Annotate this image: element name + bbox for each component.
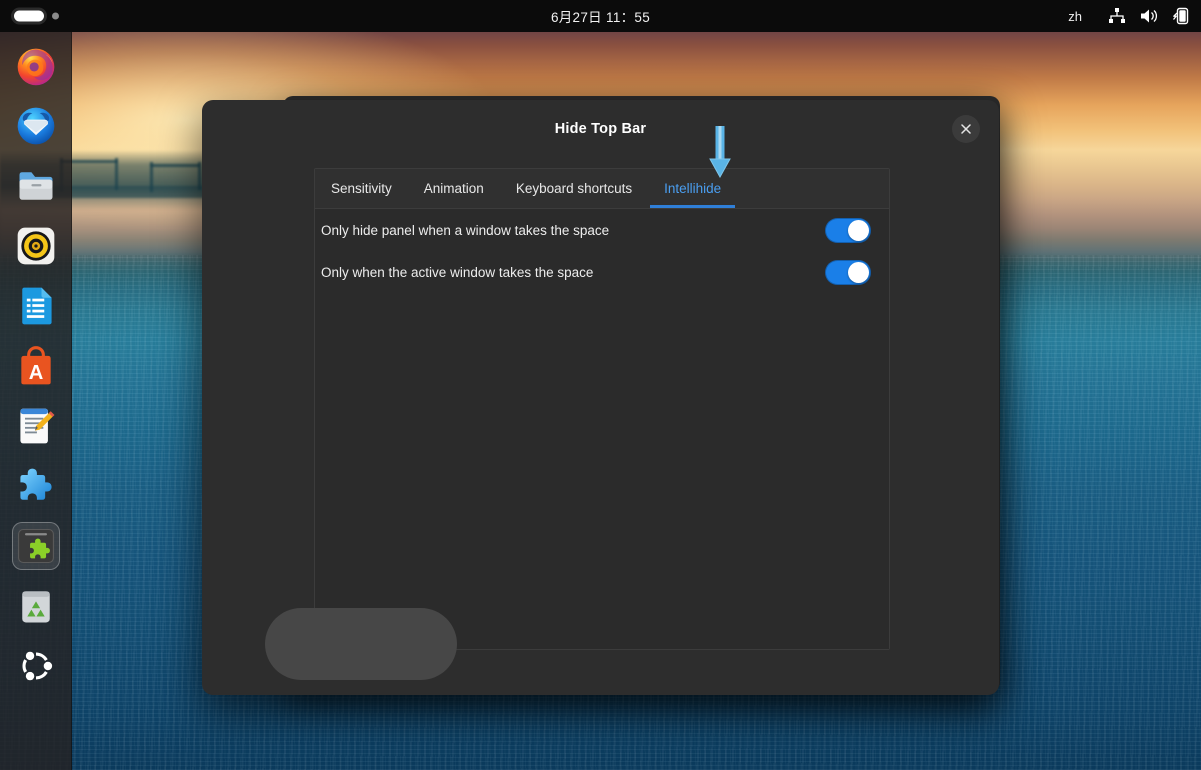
- toggle-only-hide-panel[interactable]: [825, 218, 871, 243]
- dock-item-files[interactable]: [12, 162, 60, 210]
- tab-sensitivity[interactable]: Sensitivity: [315, 169, 408, 208]
- tab-label: Animation: [424, 181, 484, 196]
- extensions-puzzle-icon: [14, 464, 58, 508]
- dock[interactable]: A: [0, 32, 72, 770]
- desktop-screen: Hide Top Bar Sensitivity Animation Keybo…: [0, 0, 1201, 770]
- rhythmbox-icon: [14, 224, 58, 268]
- hide-top-bar-dialog[interactable]: Hide Top Bar Sensitivity Animation Keybo…: [202, 100, 999, 695]
- dialog-title: Hide Top Bar: [555, 121, 647, 137]
- dock-item-rhythmbox[interactable]: [12, 222, 60, 270]
- files-icon: [14, 164, 58, 208]
- show-applications-icon: [14, 644, 58, 688]
- annotation-down-arrow-icon: [709, 126, 731, 178]
- settings-list: Only hide panel when a window takes the …: [315, 209, 889, 649]
- input-language-indicator[interactable]: zh: [1068, 9, 1082, 24]
- dock-item-show-applications[interactable]: [12, 642, 60, 690]
- dock-item-thunderbird[interactable]: [12, 102, 60, 150]
- tab-animation[interactable]: Animation: [408, 169, 500, 208]
- dock-item-extensions[interactable]: [12, 462, 60, 510]
- thunderbird-icon: [14, 104, 58, 148]
- dialog-close-button[interactable]: [952, 115, 980, 143]
- system-tray[interactable]: zh: [1068, 0, 1189, 32]
- setting-row-only-active-window: Only when the active window takes the sp…: [315, 254, 889, 290]
- dock-item-text-editor[interactable]: [12, 402, 60, 450]
- tab-label: Intellihide: [664, 181, 721, 196]
- clock[interactable]: 6月27日 11：55: [551, 6, 650, 26]
- svg-text:A: A: [28, 362, 43, 384]
- dialog-header: Hide Top Bar: [202, 100, 999, 157]
- close-icon: [960, 123, 972, 135]
- libreoffice-writer-icon: [14, 284, 58, 328]
- dock-item-libreoffice-writer[interactable]: [12, 282, 60, 330]
- dialog-body: Sensitivity Animation Keyboard shortcuts…: [314, 168, 890, 650]
- dock-item-ubuntu-software[interactable]: A: [12, 342, 60, 390]
- text-editor-icon: [14, 404, 58, 448]
- volume-icon[interactable]: [1140, 7, 1159, 25]
- battery-icon[interactable]: [1173, 7, 1189, 25]
- dock-item-trash[interactable]: [12, 582, 60, 630]
- tab-bar[interactable]: Sensitivity Animation Keyboard shortcuts…: [315, 169, 889, 209]
- firefox-icon: [14, 44, 58, 88]
- ubuntu-software-icon: A: [14, 344, 58, 388]
- tab-label: Keyboard shortcuts: [516, 181, 632, 196]
- activities-pill-icon: [14, 11, 44, 22]
- toggle-knob: [848, 262, 869, 283]
- trash-icon: [14, 584, 58, 628]
- activities-dot-icon: [52, 13, 59, 20]
- window-preview-icon: [14, 524, 58, 568]
- toggle-only-active-window[interactable]: [825, 260, 871, 285]
- activities-button[interactable]: [14, 11, 59, 22]
- setting-label: Only hide panel when a window takes the …: [321, 223, 609, 238]
- tab-label: Sensitivity: [331, 181, 392, 196]
- dock-item-firefox[interactable]: [12, 42, 60, 90]
- setting-row-only-hide-panel: Only hide panel when a window takes the …: [315, 212, 889, 248]
- setting-label: Only when the active window takes the sp…: [321, 265, 593, 280]
- osd-overlay-pill: [265, 608, 457, 680]
- dock-item-extensions-window[interactable]: [12, 522, 60, 570]
- top-bar: 6月27日 11：55 zh: [0, 0, 1201, 32]
- toggle-knob: [848, 220, 869, 241]
- tab-keyboard-shortcuts[interactable]: Keyboard shortcuts: [500, 169, 648, 208]
- network-icon[interactable]: [1108, 7, 1126, 25]
